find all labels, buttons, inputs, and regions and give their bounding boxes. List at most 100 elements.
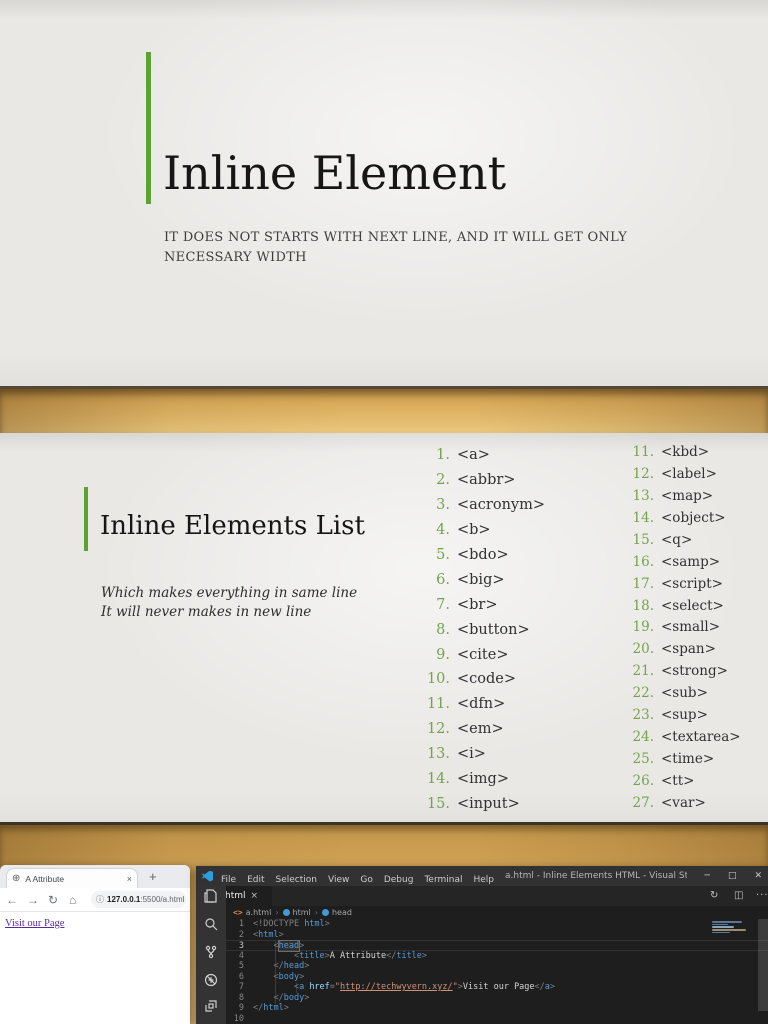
code-token: >	[549, 982, 556, 992]
minimap[interactable]	[712, 921, 754, 934]
more-actions-icon[interactable]: ···	[756, 890, 768, 901]
tab-close-icon[interactable]: ×	[127, 874, 132, 884]
code-lines: 1 <!DOCTYPE html> 2 <html> 3 <head> 4 <title>…	[226, 919, 768, 1024]
split-editor-icon[interactable]: ◫	[734, 890, 743, 901]
home-icon[interactable]: ⌂	[69, 893, 90, 907]
tab-close-icon[interactable]: ×	[251, 891, 259, 901]
forward-icon[interactable]: →	[27, 893, 48, 907]
list-item: 24. <textarea>	[628, 726, 766, 748]
list-item-number: 23.	[632, 707, 654, 724]
menu-item-selection[interactable]: Selection	[276, 875, 317, 885]
line-number: 6	[238, 971, 244, 982]
menu-item-debug[interactable]: Debug	[384, 875, 414, 885]
list-item: 17. <script>	[628, 573, 766, 595]
symbol-icon	[282, 909, 290, 916]
breadcrumb-item-html[interactable]: html	[282, 908, 311, 917]
list-item-number: 12.	[632, 465, 654, 482]
list-item: 15. <input>	[424, 791, 604, 816]
code-line: 7 <a href="http://techwyvern.xyz/">Visit…	[226, 982, 768, 993]
breadcrumb-item-head[interactable]: head	[321, 908, 352, 917]
code-line: 8 </body>	[226, 993, 768, 1004]
code-token: body	[283, 992, 305, 1003]
window-title: a.html - Inline Elements HTML - Visual S…	[505, 871, 687, 881]
code-token: </	[534, 982, 545, 992]
scrollbar-thumb[interactable]	[758, 919, 768, 1011]
code-token: head	[283, 961, 305, 971]
breadcrumb-item-a.html[interactable]: <> a.html	[233, 908, 271, 917]
list-item-tag: <img>	[457, 771, 509, 788]
list-item: 19. <small>	[628, 617, 766, 639]
list-item-tag: <input>	[457, 795, 520, 812]
menu-item-go[interactable]: Go	[360, 875, 372, 885]
code-token: <	[253, 982, 300, 992]
list-item-number: 3.	[436, 497, 450, 514]
code-token: title	[299, 950, 325, 961]
line-number: 5	[238, 961, 244, 971]
list-item: 15. <q>	[628, 529, 766, 551]
list-item: 7. <br>	[424, 592, 604, 617]
code-token: >	[299, 971, 305, 982]
code-line: 2 <html>	[226, 930, 768, 941]
debug-icon[interactable]	[203, 972, 219, 988]
info-icon[interactable]: ⓘ	[96, 894, 104, 905]
code-line: 10	[226, 1014, 768, 1024]
source-control-icon[interactable]	[203, 944, 219, 960]
list-item: 13. <map>	[628, 485, 766, 507]
address-bar[interactable]: ⓘ 127.0.0.1:5500/a.html	[91, 891, 186, 908]
menu-item-file[interactable]: File	[221, 875, 236, 885]
list-item-number: 21.	[632, 663, 654, 680]
search-icon[interactable]	[203, 916, 219, 932]
list-item-number: 13.	[632, 487, 654, 504]
list-item-tag: <select>	[661, 597, 724, 614]
list-item: 18. <select>	[628, 595, 766, 617]
code-editor[interactable]: 1 <!DOCTYPE html> 2 <html> 3 <head> 4 <title>…	[226, 919, 768, 1024]
breadcrumb-separator: ›	[275, 908, 279, 917]
code-token: title	[396, 950, 422, 961]
list-item-tag: <dfn>	[457, 696, 506, 713]
new-tab-button[interactable]: +	[149, 869, 157, 884]
list-item-number: 24.	[632, 729, 654, 746]
line-number: 7	[238, 982, 244, 992]
code-token: http://techwyvern.xyz/	[340, 982, 453, 992]
code-line: 9 </html>	[226, 1003, 768, 1014]
menu-item-edit[interactable]: Edit	[247, 875, 264, 885]
menu-item-terminal[interactable]: Terminal	[424, 875, 462, 885]
explorer-icon[interactable]	[203, 888, 219, 904]
menu-item-view[interactable]: View	[328, 875, 349, 885]
inline-elements-list-col1: 1. <a> 2. <abbr> 3. <acronym> 4. <b> 5. <bdo> 6. <b…	[424, 443, 604, 816]
code-token: html	[263, 1003, 284, 1013]
code-token: >	[304, 961, 310, 971]
list-item: 4. <b>	[424, 518, 604, 543]
list-item-number: 7.	[436, 596, 450, 613]
code-token: head	[277, 940, 301, 952]
slide1-title: Inline Element	[163, 146, 507, 200]
back-icon[interactable]: ←	[6, 893, 27, 907]
list-item-number: 27.	[632, 794, 654, 811]
list-item-number: 4.	[436, 522, 450, 539]
code-text: </body>	[253, 993, 309, 1004]
list-item: 26. <tt>	[628, 770, 766, 792]
minimize-icon[interactable]: ─	[705, 871, 710, 881]
list-item-tag: <object>	[661, 509, 726, 526]
extensions-icon[interactable]	[203, 998, 219, 1014]
note-line: It will never makes in new line	[101, 603, 312, 620]
list-item: 8. <button>	[424, 617, 604, 642]
list-item-tag: <button>	[457, 621, 530, 638]
close-icon[interactable]: ✕	[754, 871, 762, 881]
browser-tab[interactable]: ⊕ A Attribute ×	[6, 868, 138, 888]
scrollbar[interactable]	[758, 919, 768, 1024]
list-item: 22. <sub>	[628, 682, 766, 704]
list-item: 10. <code>	[424, 667, 604, 692]
line-number: 3	[238, 941, 244, 951]
code-token: <	[253, 941, 279, 951]
visit-our-page-link[interactable]: Visit our Page	[5, 918, 64, 929]
menu-item-help[interactable]: Help	[473, 875, 494, 885]
sync-icon[interactable]: ↻	[710, 890, 718, 901]
slide2-note: Which makes everything in same line It w…	[101, 584, 357, 622]
url-host: 127.0.0.1	[107, 895, 141, 904]
code-token: </	[253, 961, 284, 971]
code-token: >	[304, 992, 310, 1003]
reload-icon[interactable]: ↻	[48, 893, 69, 907]
maximize-icon[interactable]: □	[728, 871, 737, 881]
code-line: 3 <head>	[226, 940, 768, 952]
